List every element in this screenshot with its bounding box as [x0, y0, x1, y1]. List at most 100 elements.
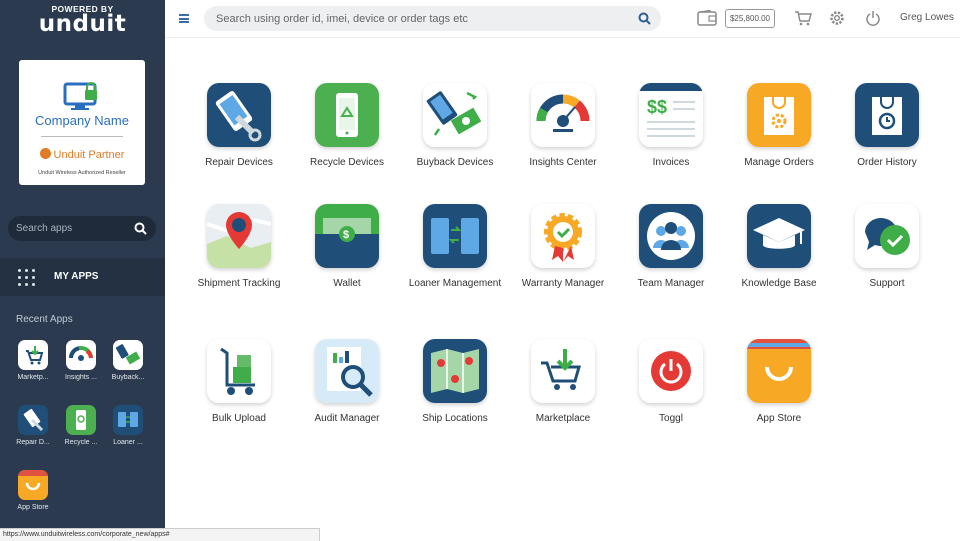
marketplace-icon — [18, 340, 48, 370]
recent-app-loaner[interactable]: Loaner ... — [108, 405, 148, 446]
monitor-lock-icon — [63, 82, 101, 117]
hamburger-menu-icon[interactable] — [179, 14, 189, 23]
app-store-icon — [747, 339, 811, 403]
status-url: https://www.unduitwireless.com/corporate… — [0, 528, 320, 541]
recent-app-buyback[interactable]: Buyback... — [108, 340, 148, 381]
app-team-manager[interactable]: Team Manager — [621, 204, 721, 291]
recent-app-label: App Store — [17, 504, 49, 511]
unduit-logo[interactable]: unduit — [0, 11, 165, 37]
app-label: Invoices — [652, 157, 690, 168]
app-label: Toggl — [659, 413, 683, 424]
cart-icon[interactable] — [794, 10, 812, 31]
app-audit-manager[interactable]: Audit Manager — [297, 339, 397, 426]
user-name[interactable]: Greg Lowes — [900, 12, 954, 23]
partner-text: Unduit Partner — [53, 149, 125, 161]
gear-icon[interactable] — [829, 10, 845, 31]
grid-icon — [18, 269, 36, 287]
app-warranty-manager[interactable]: Warranty Manager — [513, 204, 613, 291]
app-store-icon — [18, 470, 48, 500]
global-search-box — [204, 6, 661, 31]
app-label: Wallet — [333, 278, 361, 289]
repair-icon — [18, 405, 48, 435]
partner-icon — [39, 148, 51, 159]
top-bar: $25,800.00 Greg Lowes — [165, 0, 960, 38]
recent-app-label: Insights ... — [65, 374, 97, 381]
insights-icon — [531, 83, 595, 147]
app-manage-orders[interactable]: Manage Orders — [729, 83, 829, 170]
toggl-icon — [639, 339, 703, 403]
ship-locations-icon — [423, 339, 487, 403]
recent-app-recycle[interactable]: Recycle ... — [61, 405, 101, 446]
search-icon[interactable] — [134, 222, 147, 240]
app-bulk-upload[interactable]: Bulk Upload — [189, 339, 289, 426]
app-label: Insights Center — [529, 157, 597, 168]
app-label: Marketplace — [535, 413, 591, 424]
repair-icon — [207, 83, 271, 147]
recycle-icon — [66, 405, 96, 435]
recent-app-label: Repair D... — [16, 439, 50, 446]
app-support[interactable]: Support — [837, 204, 937, 291]
app-app-store[interactable]: App Store — [729, 339, 829, 426]
app-recycle-devices[interactable]: Recycle Devices — [297, 83, 397, 170]
reseller-text: Unduit Wireless Authorized Reseller — [38, 170, 126, 176]
knowledge-base-icon — [747, 204, 811, 268]
loaner-icon — [423, 204, 487, 268]
bulk-upload-icon — [207, 339, 271, 403]
app-label: Loaner Management — [408, 278, 502, 289]
wallet-icon[interactable] — [697, 9, 717, 31]
card-divider — [41, 136, 123, 137]
my-apps-nav[interactable]: MY APPS — [0, 258, 165, 296]
loaner-icon — [113, 405, 143, 435]
recycle-icon — [315, 83, 379, 147]
recent-app-app-store[interactable]: App Store — [13, 470, 53, 511]
marketplace-icon — [531, 339, 595, 403]
company-card: Company Name Unduit Partner Unduit Wirel… — [19, 60, 145, 185]
wallet-balance[interactable]: $25,800.00 — [725, 9, 775, 28]
svg-text:$: $ — [343, 229, 349, 241]
recent-app-label: Marketp... — [17, 374, 49, 381]
recent-app-repair[interactable]: Repair D... — [13, 405, 53, 446]
search-icon[interactable] — [638, 12, 651, 30]
search-apps-input[interactable] — [16, 220, 126, 237]
wallet-icon: $ — [315, 204, 379, 268]
power-icon[interactable] — [865, 10, 881, 31]
app-label: Ship Locations — [422, 413, 488, 424]
app-insights-center[interactable]: Insights Center — [513, 83, 613, 170]
app-ship-locations[interactable]: Ship Locations — [405, 339, 505, 426]
app-label: Knowledge Base — [741, 278, 817, 289]
app-shipment-tracking[interactable]: Shipment Tracking — [189, 204, 289, 291]
app-knowledge-base[interactable]: Knowledge Base — [729, 204, 829, 291]
recent-app-label: Recycle ... — [64, 439, 98, 446]
sidebar: POWERED BY unduit Company Name Unduit Pa… — [0, 0, 165, 541]
app-label: Bulk Upload — [212, 413, 266, 424]
app-wallet[interactable]: $ Wallet — [297, 204, 397, 291]
recent-app-label: Loaner ... — [113, 439, 143, 446]
app-label: Manage Orders — [744, 157, 814, 168]
app-buyback-devices[interactable]: Buyback Devices — [405, 83, 505, 170]
app-label: Warranty Manager — [521, 278, 605, 289]
app-marketplace[interactable]: Marketplace — [513, 339, 613, 426]
company-name: Company Name — [35, 113, 129, 128]
app-label: Recycle Devices — [310, 157, 384, 168]
app-invoices[interactable]: $$ Invoices — [621, 83, 721, 170]
recent-app-marketplace[interactable]: Marketp... — [13, 340, 53, 381]
app-label: Team Manager — [637, 278, 705, 289]
order-history-icon — [855, 83, 919, 147]
global-search-input[interactable] — [216, 10, 626, 27]
app-label: Repair Devices — [205, 157, 273, 168]
recent-app-insights[interactable]: Insights ... — [61, 340, 101, 381]
app-toggl[interactable]: Toggl — [621, 339, 721, 426]
support-icon — [855, 204, 919, 268]
app-loaner-management[interactable]: Loaner Management — [405, 204, 505, 291]
app-repair-devices[interactable]: Repair Devices — [189, 83, 289, 170]
manage-orders-icon — [747, 83, 811, 147]
team-icon — [639, 204, 703, 268]
svg-text:$$: $$ — [647, 97, 667, 117]
app-label: App Store — [756, 413, 802, 424]
insights-icon — [66, 340, 96, 370]
my-apps-label: MY APPS — [54, 271, 99, 282]
partner-label: Unduit Partner — [19, 148, 145, 161]
recent-apps-title: Recent Apps — [16, 314, 73, 325]
app-order-history[interactable]: Order History — [837, 83, 937, 170]
audit-icon — [315, 339, 379, 403]
